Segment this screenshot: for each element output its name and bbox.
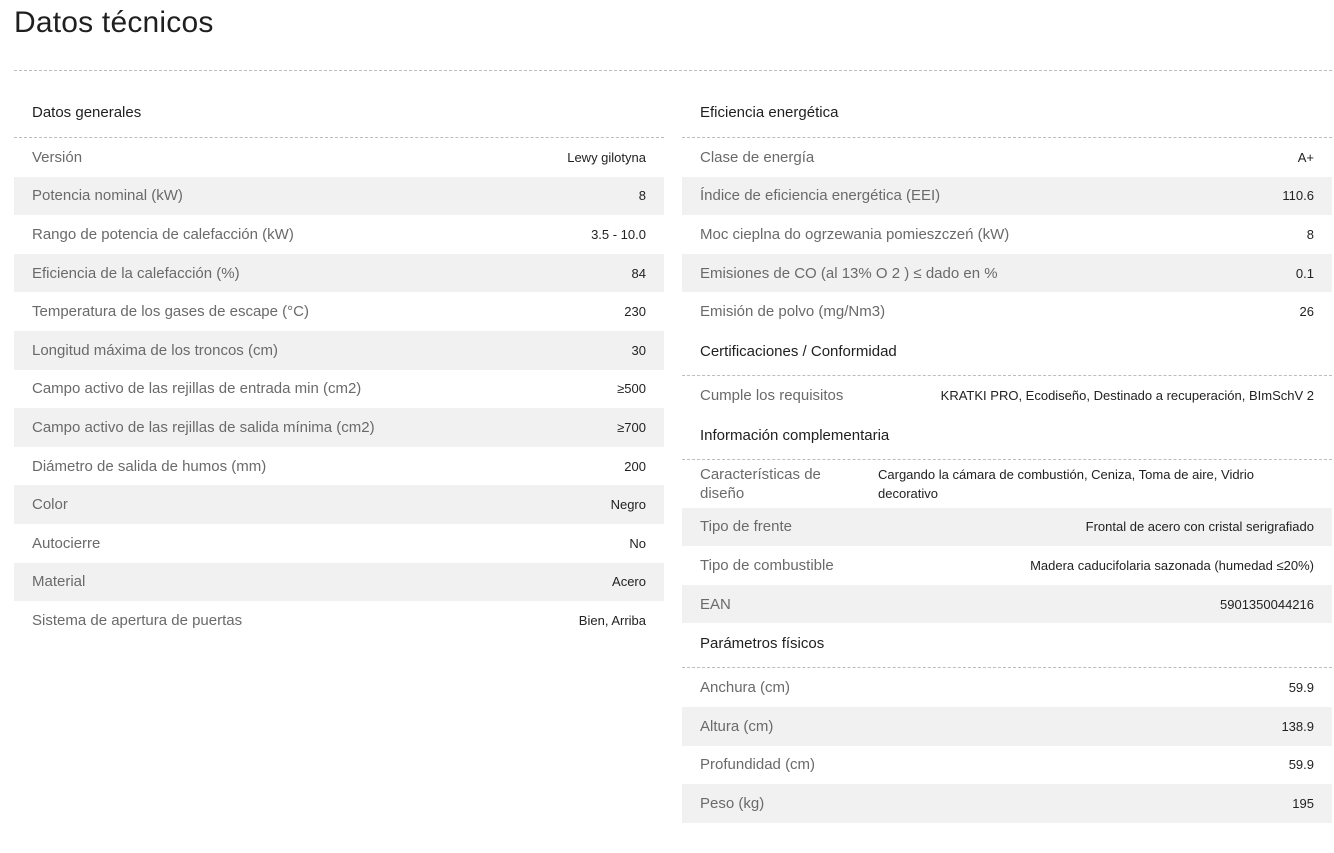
spec-row-ean: EAN 5901350044216 — [682, 584, 1332, 624]
spec-row-depth: Profundidad (cm) 59.9 — [682, 746, 1332, 785]
right-column: Eficiencia energética Clase de energía A… — [682, 92, 1332, 823]
spec-label: Diámetro de salida de humos (mm) — [32, 457, 267, 475]
spec-label: Emisiones de CO (al 13% O 2 ) ≤ dado en … — [700, 264, 998, 282]
spec-label: Longitud máxima de los troncos (cm) — [32, 341, 278, 359]
spec-row-co-emissions: Emisiones de CO (al 13% O 2 ) ≤ dado en … — [682, 253, 1332, 293]
spec-row-height: Altura (cm) 138.9 — [682, 706, 1332, 746]
spec-label: Índice de eficiencia energética (EEI) — [700, 187, 941, 205]
spec-label: Tipo de combustible — [700, 556, 834, 574]
spec-row-power-range: Rango de potencia de calefacción (kW) 3.… — [14, 215, 664, 254]
spec-label: Profundidad (cm) — [700, 756, 816, 774]
spec-label: Peso (kg) — [700, 794, 765, 812]
page-title: Datos técnicos — [14, 6, 214, 39]
spec-label: Rango de potencia de calefacción (kW) — [32, 225, 294, 243]
section-title-certifications: Certificaciones / Conformidad — [682, 331, 1332, 376]
spec-label: Características de diseño — [700, 465, 821, 502]
spec-value: 110.6 — [1282, 188, 1314, 204]
spec-row-front-type: Tipo de frente Frontal de acero con cris… — [682, 507, 1332, 547]
spec-value: 195 — [1292, 795, 1314, 811]
spec-value: Negro — [610, 497, 646, 513]
spec-value: 230 — [624, 304, 646, 320]
spec-label: Campo activo de las rejillas de entrada … — [32, 380, 362, 398]
section-title-general: Datos generales — [14, 92, 664, 138]
spec-value: 5901350044216 — [1220, 596, 1314, 612]
spec-row-design-features: Características de diseño Cargando la cá… — [682, 460, 1332, 508]
spec-label: Color — [32, 496, 68, 514]
spec-value: ≥500 — [617, 381, 646, 397]
spec-value: ≥700 — [617, 419, 646, 435]
spec-label: Altura (cm) — [700, 717, 774, 735]
spec-value: Madera caducifolaria sazonada (humedad ≤… — [1030, 557, 1314, 573]
spec-label: Material — [32, 573, 86, 591]
spec-value: Lewy gilotyna — [567, 149, 646, 165]
spec-label: Cumple los requisitos — [700, 386, 844, 404]
spec-label: Sistema de apertura de puertas — [32, 611, 243, 629]
spec-row-color: Color Negro — [14, 485, 664, 524]
spec-value: 8 — [638, 188, 646, 204]
spec-value: 26 — [1299, 304, 1314, 320]
spec-row-requirements: Cumple los requisitos KRATKI PRO, Ecodis… — [682, 376, 1332, 415]
spec-row-room-heat-output: Moc cieplna do ogrzewania pomieszczeń (k… — [682, 215, 1332, 254]
spec-label: Potencia nominal (kW) — [32, 187, 183, 205]
spec-row-weight: Peso (kg) 195 — [682, 784, 1332, 823]
spec-row-self-closing: Autocierre No — [14, 524, 664, 563]
spec-value: 30 — [631, 342, 646, 358]
spec-value: A+ — [1297, 149, 1314, 165]
spec-value: 59.9 — [1288, 757, 1314, 773]
spec-row-max-log-length: Longitud máxima de los troncos (cm) 30 — [14, 330, 664, 370]
spec-label: Clase de energía — [700, 148, 815, 166]
spec-row-outlet-grille: Campo activo de las rejillas de salida m… — [14, 408, 664, 447]
section-title-energy: Eficiencia energética — [682, 92, 1332, 138]
spec-row-door-opening: Sistema de apertura de puertas Bien, Arr… — [14, 601, 664, 640]
spec-value: 8 — [1306, 226, 1314, 242]
spec-row-energy-class: Clase de energía A+ — [682, 138, 1332, 177]
spec-label: EAN — [700, 595, 731, 613]
spec-row-fuel-type: Tipo de combustible Madera caducifolaria… — [682, 546, 1332, 585]
spec-value: 59.9 — [1288, 680, 1314, 696]
spec-label: Tipo de frente — [700, 518, 792, 536]
spec-value: Bien, Arriba — [578, 612, 646, 628]
spec-value: 138.9 — [1281, 718, 1314, 734]
spec-label: Temperatura de los gases de escape (°C) — [32, 303, 309, 321]
spec-row-width: Anchura (cm) 59.9 — [682, 668, 1332, 707]
spec-label: Autocierre — [32, 534, 101, 552]
spec-row-material: Material Acero — [14, 562, 664, 602]
spec-row-flue-gas-temp: Temperatura de los gases de escape (°C) … — [14, 292, 664, 331]
spec-row-eei: Índice de eficiencia energética (EEI) 11… — [682, 176, 1332, 216]
spec-label: Versión — [32, 148, 83, 166]
spec-value: No — [629, 535, 646, 551]
section-title-physical: Parámetros físicos — [682, 623, 1332, 669]
spec-row-inlet-grille: Campo activo de las rejillas de entrada … — [14, 370, 664, 409]
spec-label: Campo activo de las rejillas de salida m… — [32, 418, 375, 436]
spec-label: Emisión de polvo (mg/Nm3) — [700, 303, 886, 321]
spec-value: 3.5 - 10.0 — [591, 226, 646, 242]
title-divider — [14, 70, 1332, 71]
spec-row-dust-emission: Emisión de polvo (mg/Nm3) 26 — [682, 292, 1332, 331]
tech-specs-page: Datos técnicos Datos generales Versión L… — [0, 0, 1334, 853]
spec-row-version: Versión Lewy gilotyna — [14, 138, 664, 177]
spec-value: 84 — [631, 265, 646, 281]
spec-label: Eficiencia de la calefacción (%) — [32, 264, 240, 282]
spec-value: KRATKI PRO, Ecodiseño, Destinado a recup… — [940, 387, 1314, 403]
section-title-additional-info: Información complementaria — [682, 415, 1332, 460]
spec-row-nominal-power: Potencia nominal (kW) 8 — [14, 176, 664, 216]
left-column: Datos generales Versión Lewy gilotyna Po… — [14, 92, 664, 640]
spec-value: 200 — [624, 458, 646, 474]
spec-row-flue-diameter: Diámetro de salida de humos (mm) 200 — [14, 447, 664, 486]
spec-value: Cargando la cámara de combustión, Ceniza… — [878, 466, 1255, 501]
spec-label: Moc cieplna do ogrzewania pomieszczeń (k… — [700, 225, 1010, 243]
spec-value: Acero — [612, 574, 646, 590]
spec-value: Frontal de acero con cristal serigrafiad… — [1085, 519, 1314, 535]
spec-label: Anchura (cm) — [700, 679, 791, 697]
spec-row-heating-efficiency: Eficiencia de la calefacción (%) 84 — [14, 253, 664, 293]
spec-value: 0.1 — [1295, 265, 1314, 281]
